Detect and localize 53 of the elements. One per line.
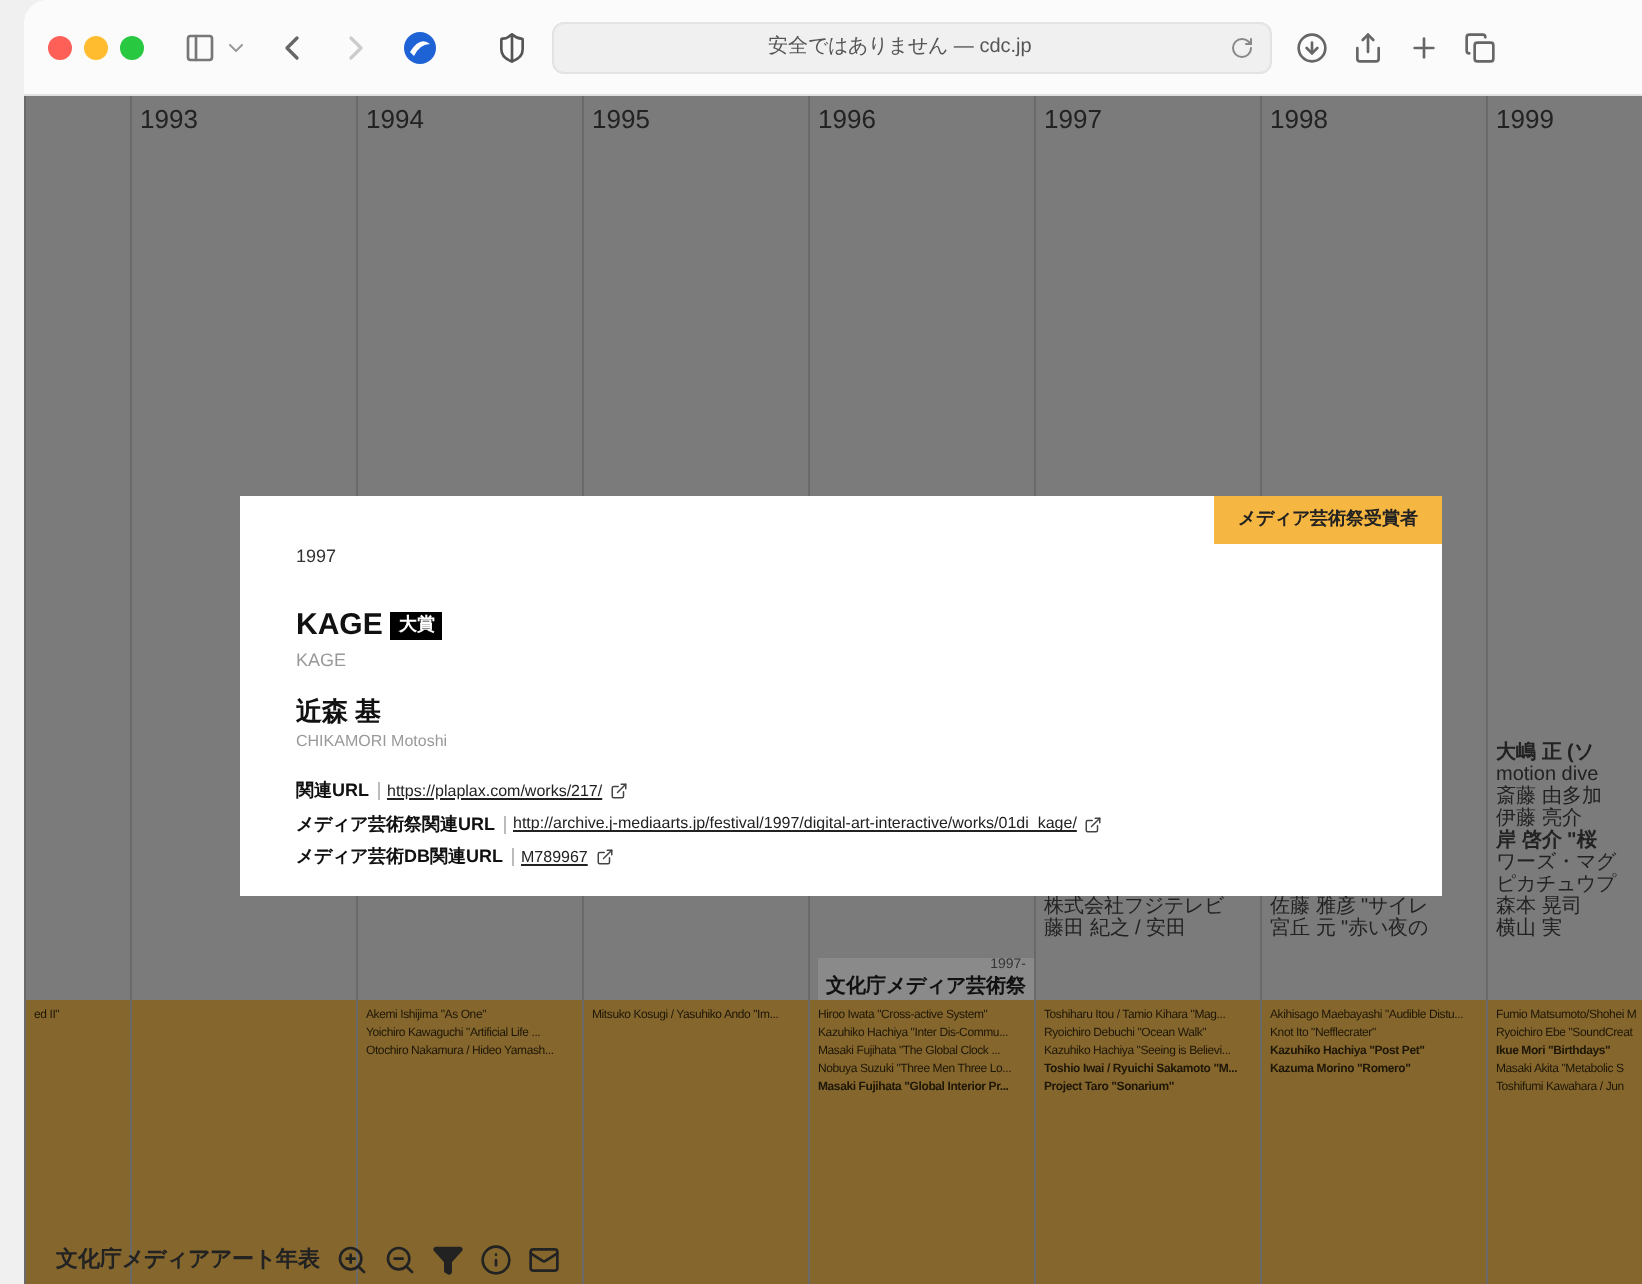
year-label: 1996 <box>816 102 878 138</box>
mail-icon[interactable] <box>528 1243 560 1276</box>
year-label: 1998 <box>1268 102 1330 138</box>
timeline-entry[interactable]: 斎藤 由多加 <box>1496 786 1642 808</box>
tabs-overview-icon[interactable] <box>1464 31 1496 63</box>
download-icon[interactable] <box>1296 31 1328 63</box>
reload-icon[interactable] <box>1230 35 1254 59</box>
artist-reading: CHIKAMORI Motoshi <box>296 730 450 754</box>
timeline-entry[interactable]: 岸 啓介 "桜 <box>1496 830 1642 852</box>
link-label: メディア芸術祭関連URL <box>296 811 495 837</box>
timeline-entry[interactable]: 藤田 紀之 / 安田 <box>1044 918 1260 940</box>
title-reading: KAGE <box>296 648 349 674</box>
filter-icon[interactable] <box>432 1243 464 1276</box>
link-label: メディア芸術DB関連URL <box>296 844 503 870</box>
timeline-entry[interactable]: 伊藤 亮介 <box>1496 808 1642 830</box>
external-link-icon[interactable] <box>595 848 614 867</box>
year-label: 1994 <box>364 102 426 138</box>
external-link-icon[interactable] <box>1084 815 1103 834</box>
address-field[interactable]: 安全ではありません — cdc.jp <box>552 21 1272 73</box>
shield-icon[interactable] <box>496 31 528 63</box>
related-link[interactable]: https://plaplax.com/works/217/ <box>387 779 603 804</box>
timeline-entry[interactable]: 横山 実 <box>1496 918 1642 940</box>
year-text: 1997 <box>296 544 339 570</box>
new-tab-icon[interactable] <box>1408 31 1440 63</box>
timeline-entry[interactable]: ワーズ・マグ <box>1496 852 1642 874</box>
work-title: KAGE <box>296 605 383 645</box>
info-icon[interactable] <box>480 1243 512 1276</box>
zoom-out-icon[interactable] <box>384 1243 416 1276</box>
sidebar-icon[interactable] <box>184 31 216 63</box>
festival-title: 文化庁メディア芸術祭 <box>826 974 1026 1000</box>
year-label: 1997 <box>1042 102 1104 138</box>
year-label: 1995 <box>590 102 652 138</box>
artist-name: 近森 基 <box>296 693 384 729</box>
timeline-entry[interactable]: 佐藤 雅彦 "サイレ <box>1270 896 1486 918</box>
timeline-entry[interactable]: 森本 晃司 <box>1496 896 1642 918</box>
close-window-icon[interactable] <box>48 35 72 59</box>
share-icon[interactable] <box>1352 31 1384 63</box>
related-link[interactable]: M789967 <box>521 845 588 870</box>
external-link-icon[interactable] <box>610 782 629 801</box>
address-text: 安全ではありません — cdc.jp <box>766 33 1034 62</box>
grand-prize-tag: 大賞 <box>390 612 443 639</box>
timeline-entry[interactable]: 宮丘 元 "赤い夜の <box>1270 918 1486 940</box>
timeline-entry[interactable]: 株式会社フジテレビ <box>1044 896 1260 918</box>
related-link[interactable]: http://archive.j-mediaarts.jp/festival/1997/digital-art-interactive/works/01di_kage/ <box>513 812 1077 837</box>
timeline-entry[interactable]: motion dive <box>1496 764 1642 786</box>
timeline-entry[interactable]: 大嶋 正 (ソ <box>1496 742 1642 764</box>
timeline-entry[interactable]: ピカチュウプ <box>1496 874 1642 896</box>
award-badge: メディア芸術祭受賞者 <box>1214 496 1442 543</box>
link-label: 関連URL <box>296 778 369 804</box>
year-label: 1999 <box>1494 102 1556 138</box>
zoom-in-icon[interactable] <box>336 1243 368 1276</box>
year-label: 1993 <box>138 102 200 138</box>
swirl-logo-icon[interactable] <box>400 27 440 67</box>
